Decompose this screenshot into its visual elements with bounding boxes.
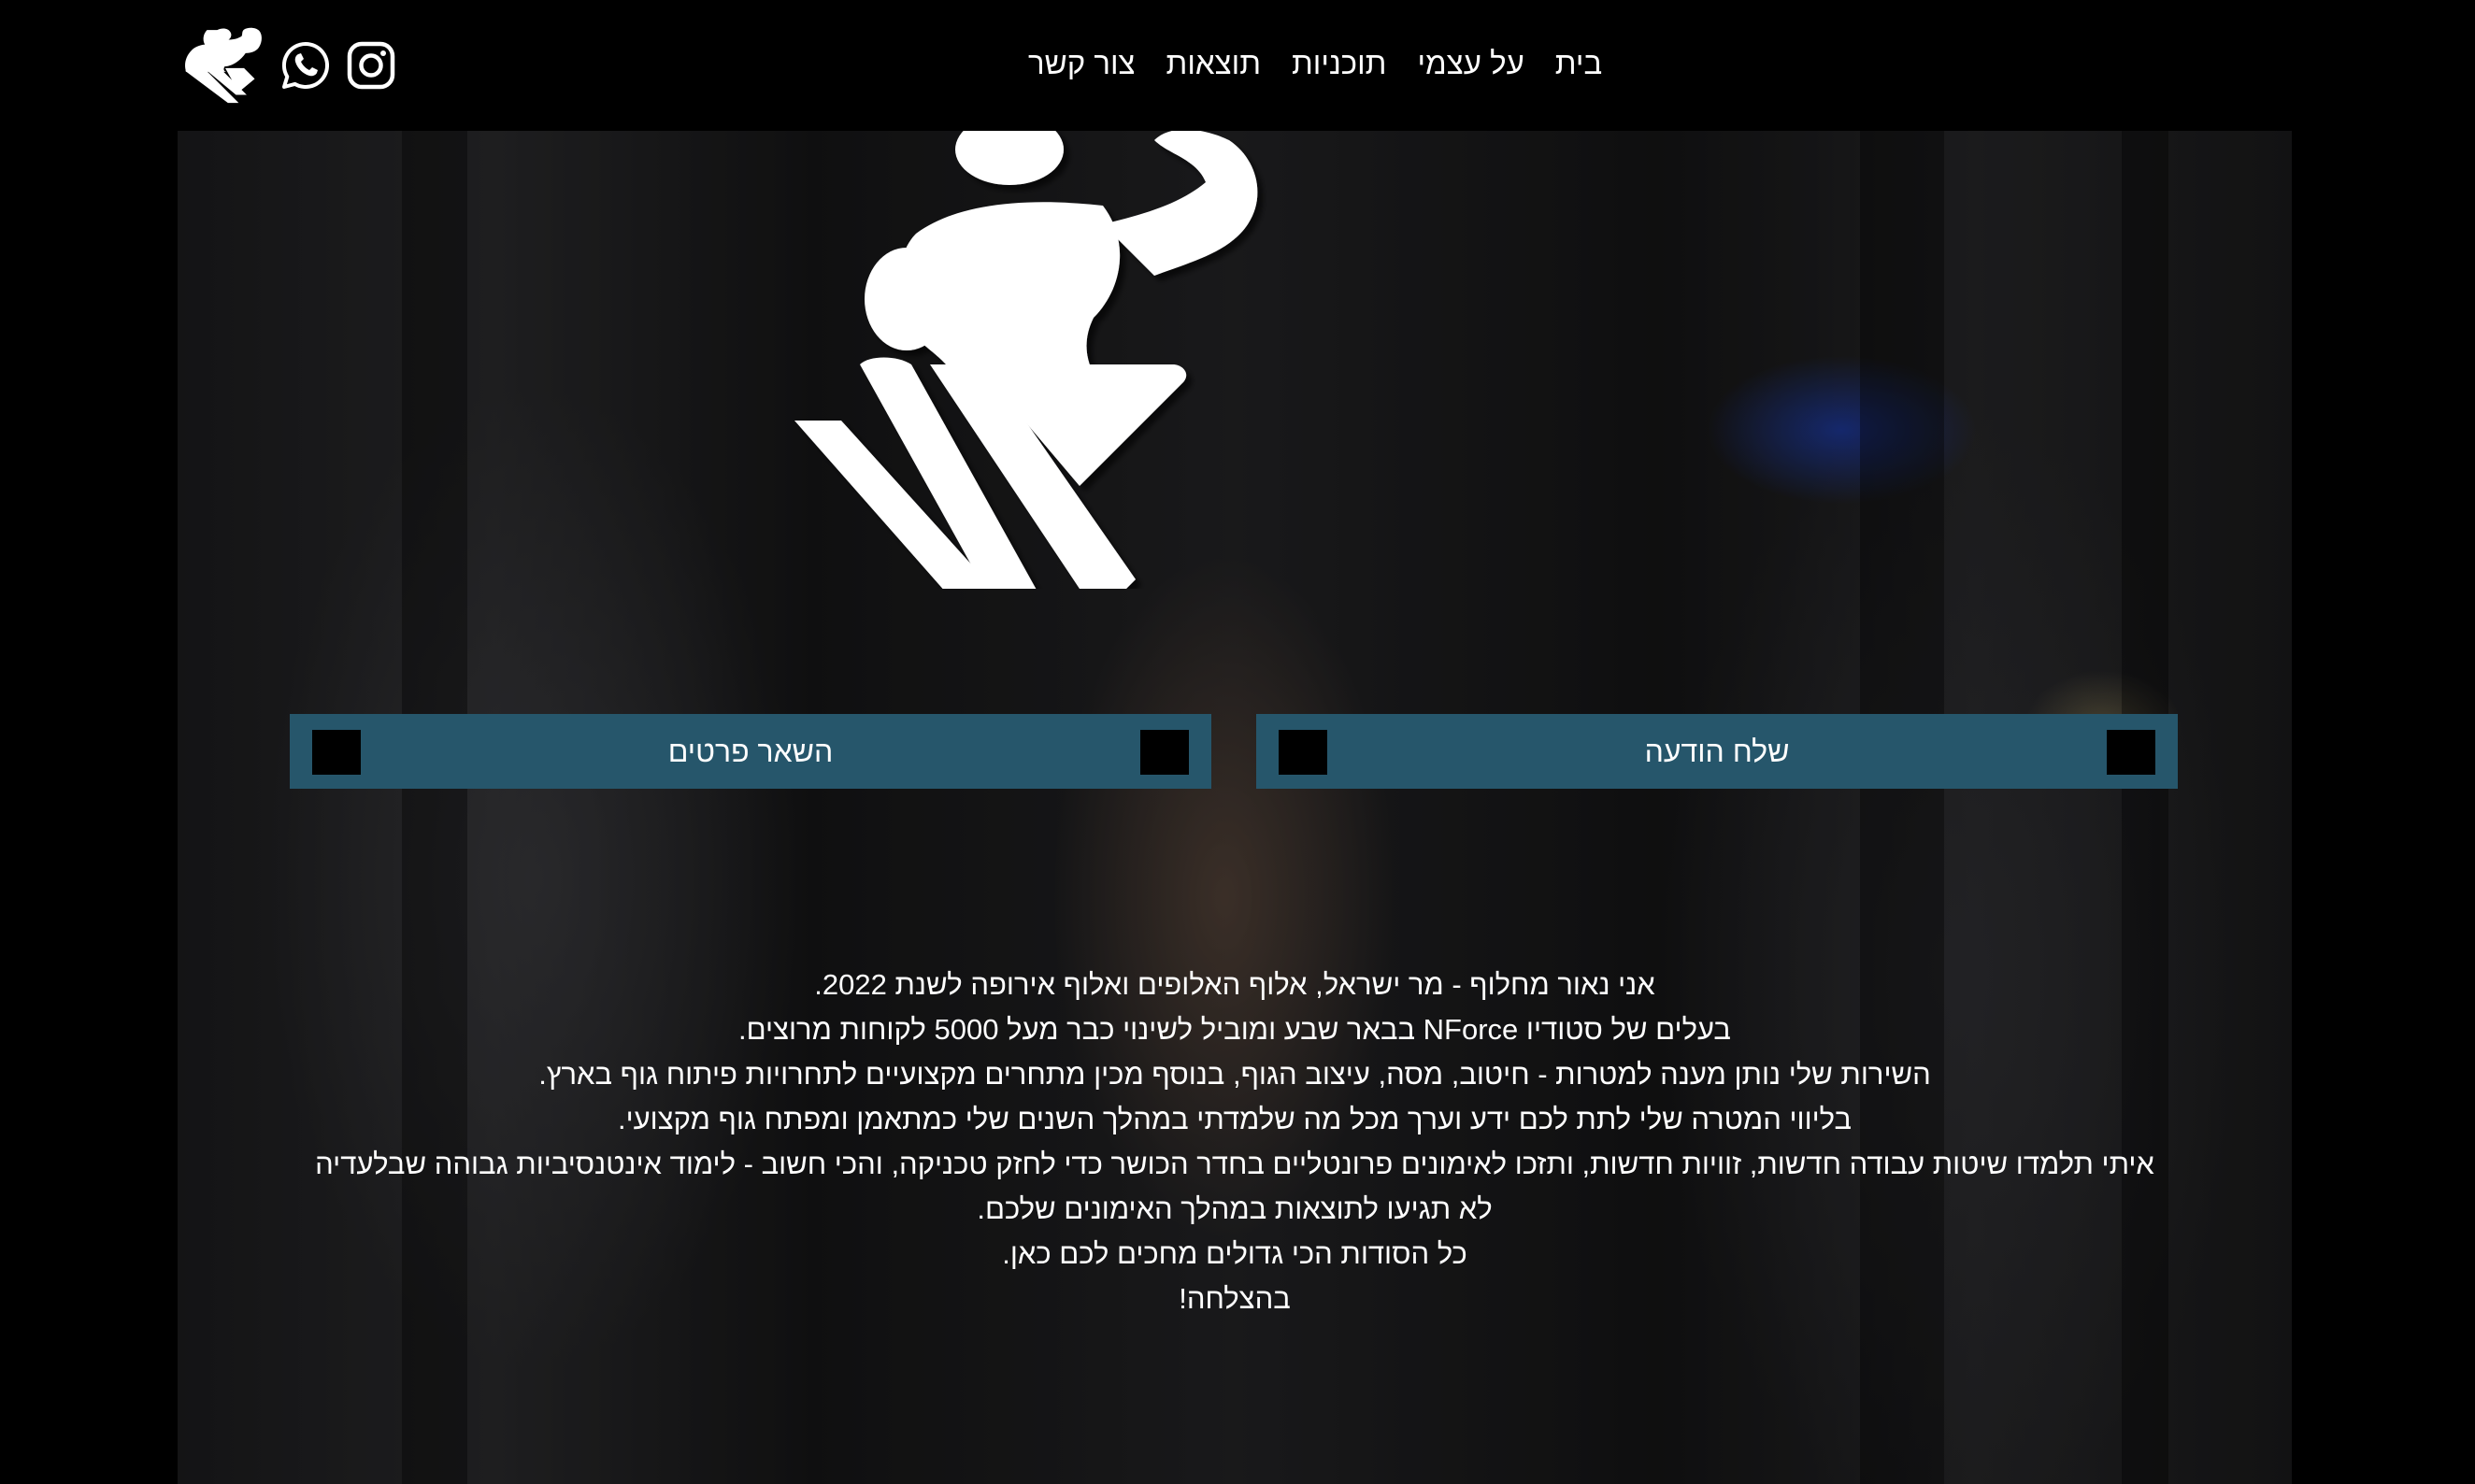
send-message-button[interactable]: שלח הודעה: [1256, 714, 2178, 789]
top-navbar: צור קשר תוצאות תוכניות על עצמי בית: [0, 0, 2475, 131]
about-line: בליווי המטרה שלי לתת לכם ידע וערך מכל מה…: [617, 1103, 1853, 1135]
main-nav: צור קשר תוצאות תוכניות על עצמי בית: [1028, 28, 1602, 99]
send-message-label: שלח הודעה: [1644, 734, 1790, 768]
instagram-icon[interactable]: [346, 40, 396, 91]
about-text: אני נאור מחלוף - מר ישראל, אלוף האלופים …: [178, 963, 2292, 1321]
whatsapp-icon[interactable]: [280, 40, 331, 91]
button-square-icon: [312, 730, 361, 775]
nav-item-programs[interactable]: תוכניות: [1292, 46, 1386, 81]
bodybuilder-logo-icon: [794, 114, 1258, 617]
brand-logo-icon[interactable]: [185, 25, 265, 106]
about-line: אני נאור מחלוף - מר ישראל, אלוף האלופים …: [814, 968, 1655, 1001]
hero-logo: [794, 84, 1467, 617]
leave-details-button[interactable]: השאר פרטים: [290, 714, 1211, 789]
nav-item-about[interactable]: על עצמי: [1417, 46, 1524, 81]
social-icons: [185, 21, 396, 110]
about-line: איתי תלמדו שיטות עבודה חדשות, זוויות חדש…: [315, 1148, 2154, 1180]
button-square-icon: [1279, 730, 1327, 775]
button-square-icon: [1140, 730, 1189, 775]
nav-item-home[interactable]: בית: [1555, 46, 1602, 81]
about-line: בעלים של סטודיו NForce בבאר שבע ומוביל ל…: [738, 1013, 1731, 1046]
about-line: בהצלחה!: [1179, 1282, 1291, 1315]
action-bar: השאר פרטים שלח הודעה: [290, 714, 2178, 789]
nav-item-contact[interactable]: צור קשר: [1028, 46, 1136, 81]
nav-item-results[interactable]: תוצאות: [1166, 46, 1261, 81]
about-line: כל הסודות הכי גדולים מחכים לכם כאן.: [1002, 1237, 1467, 1270]
about-line: לא תגיעו לתוצאות במהלך האימונים שלכם.: [977, 1192, 1493, 1225]
about-line: השירות שלי נותן מענה למטרות - חיטוב, מסה…: [538, 1058, 1931, 1091]
page: צור קשר תוצאות תוכניות על עצמי בית השאר …: [0, 0, 2475, 1484]
leave-details-label: השאר פרטים: [667, 734, 834, 768]
button-square-icon: [2107, 730, 2155, 775]
